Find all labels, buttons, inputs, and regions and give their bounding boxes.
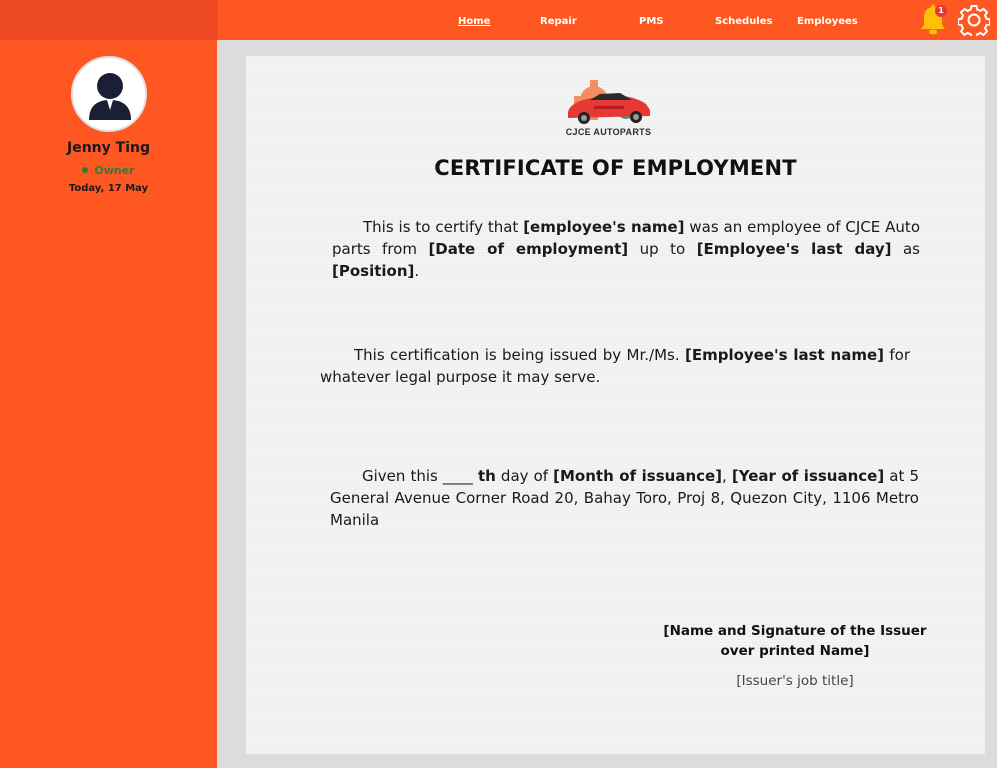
nav-home[interactable]: Home xyxy=(458,16,490,27)
issuer-signature-line-1: [Name and Signature of the Issuer xyxy=(663,623,927,639)
last-day-placeholder: [Employee's last day] xyxy=(696,240,892,258)
issuer-job-title: [Issuer's job title] xyxy=(736,673,854,689)
employee-name-placeholder: [employee's name] xyxy=(523,218,685,236)
issuer-signature-line-2: over printed Name] xyxy=(720,643,870,659)
paragraph-employment-statement: This is to certify that [employee's name… xyxy=(332,216,920,282)
paragraph-given-date-location: Given this ____ th day of [Month of issu… xyxy=(330,465,919,531)
nav-repair[interactable]: Repair xyxy=(540,16,577,27)
p3-text-3: , xyxy=(722,467,732,485)
nav-schedules[interactable]: Schedules xyxy=(715,16,772,27)
p2-text-1: This certification is being issued by Mr… xyxy=(354,346,685,364)
p1-text-5: . xyxy=(414,262,420,280)
current-date: Today, 17 May xyxy=(68,183,149,194)
position-placeholder: [Position] xyxy=(332,262,415,280)
logo-text: CJCE AUTOPARTS xyxy=(565,127,652,137)
top-bar-brand-area xyxy=(0,0,218,40)
sidebar: Jenny Ting Owner Today, 17 May xyxy=(0,40,217,768)
paragraph-issuance-purpose: This certification is being issued by Mr… xyxy=(320,344,910,388)
document-title: CERTIFICATE OF EMPLOYMENT xyxy=(434,156,797,180)
top-bar: Home Repair PMS Schedules Employees 1 xyxy=(0,0,997,40)
user-role-label: Owner xyxy=(94,164,135,177)
date-of-employment-placeholder: [Date of employment] xyxy=(428,240,629,258)
nav-employees[interactable]: Employees xyxy=(797,16,858,27)
issuer-signature-block: [Name and Signature of the Issuer over p… xyxy=(660,621,930,661)
user-avatar-icon xyxy=(89,73,131,120)
user-name: Jenny Ting xyxy=(67,140,150,156)
notification-badge: 1 xyxy=(935,5,947,17)
p1-text-4: as xyxy=(891,240,920,258)
user-role: Owner xyxy=(0,164,217,177)
p1-text-1: This is to certify that xyxy=(363,218,524,236)
online-status-dot xyxy=(82,167,89,173)
p1-text-3: up to xyxy=(628,240,697,258)
p3-text-1: Given this ____ xyxy=(362,467,478,485)
nav-pms[interactable]: PMS xyxy=(639,16,663,27)
employee-last-name-placeholder: [Employee's last name] xyxy=(684,346,884,364)
year-of-issuance-placeholder: [Year of issuance] xyxy=(731,467,885,485)
gear-icon[interactable] xyxy=(958,4,990,36)
day-suffix: th xyxy=(478,467,496,485)
p3-text-2: day of xyxy=(495,467,554,485)
month-of-issuance-placeholder: [Month of issuance] xyxy=(553,467,723,485)
certificate-document: CJCE AUTOPARTS CERTIFICATE OF EMPLOYMENT… xyxy=(246,56,985,754)
avatar[interactable] xyxy=(71,56,147,132)
